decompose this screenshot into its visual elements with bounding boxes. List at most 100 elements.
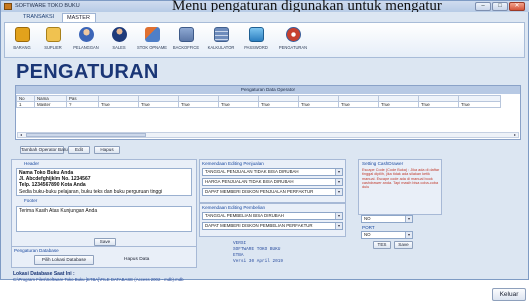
- test-cashdrawer-button[interactable]: TES: [373, 241, 391, 249]
- sales-date-select[interactable]: TANGGAL PENJUALAN TIDAK BISA DIRUBAH ▾: [202, 168, 343, 176]
- version-info: VERSI SOFTWARE TOKO BUKU ETBA Versi 30 A…: [233, 241, 283, 265]
- sales-editing-title: Kemendaan Editing Penjualan: [202, 161, 264, 166]
- tab-transaksi[interactable]: TRANSAKSI: [19, 13, 59, 22]
- add-operator-button[interactable]: Tambah Operator Baru: [20, 146, 68, 154]
- sales-editing-panel: Kemendaan Editing Penjualan TANGGAL PENJ…: [199, 159, 346, 203]
- choose-database-button[interactable]: Pilih Lokasi Database: [34, 255, 94, 265]
- caption-text: Menu pengaturan digunakan untuk mengatur: [172, 0, 442, 12]
- chevron-down-icon: ▾: [335, 223, 342, 229]
- port-label: PORT: [362, 225, 375, 230]
- page-root: SOFTWARE TOKO BUKU – □ ✕ TRANSAKSI MASTE…: [0, 0, 529, 305]
- purchase-editing-title: Kemendaan Editing Pembelian: [202, 205, 266, 210]
- scroll-right-icon[interactable]: ▸: [512, 133, 518, 137]
- table-cell: Master: [34, 101, 67, 108]
- chevron-down-icon: ▾: [335, 213, 342, 219]
- purchase-editing-panel: Kemendaan Editing Pembelian TANGGAL PEMB…: [199, 203, 346, 237]
- ribbon-suplier-button[interactable]: SUPLIER: [38, 25, 68, 57]
- table-cell: True: [378, 101, 419, 108]
- ribbon-label: SALES: [112, 45, 126, 50]
- table-cell: True: [258, 101, 299, 108]
- save-header-button[interactable]: Save: [94, 238, 116, 246]
- select-value: DAPAT MEMBERI DISKON PENJUALAN PERFAKTUR: [205, 189, 314, 194]
- header-line: Sedia buku-buku pelajaran, buku teks dan…: [19, 188, 163, 195]
- table-cell: True: [138, 101, 179, 108]
- ribbon-label: KALKULATOR: [207, 45, 235, 50]
- escape-code-select[interactable]: NO ▾: [361, 215, 413, 223]
- delete-operator-button[interactable]: Hapus: [94, 146, 120, 154]
- purchase-date-select[interactable]: TANGGAL PEMBELIAN BISA DIRUBAH ▾: [202, 212, 343, 220]
- footer-text: Terima Kasih Atas Kunjungan Anda: [19, 208, 98, 214]
- password-icon: [248, 27, 264, 42]
- table-cell: True: [458, 101, 501, 108]
- header-text-field[interactable]: Nama Toko Buku Anda Jl. Abcdefghijklm No…: [16, 168, 192, 196]
- database-panel-title: Pengaturan Database: [14, 248, 59, 253]
- edit-operator-button[interactable]: Edit: [68, 146, 90, 154]
- chevron-down-icon: ▾: [335, 179, 342, 185]
- select-value: TANGGAL PENJUALAN TIDAK BISA DIRUBAH: [205, 169, 299, 174]
- chevron-down-icon: ▾: [335, 189, 342, 195]
- select-value: TANGGAL PEMBELIAN BISA DIRUBAH: [205, 213, 284, 218]
- operator-grid: No Nama Pas 1 Master ? True True True Tr…: [16, 95, 501, 108]
- cashdrawer-note: Escape Code (Code Buka) : Jika ada di da…: [362, 168, 440, 190]
- select-value: NO: [364, 216, 371, 221]
- settings-icon: [285, 27, 301, 42]
- ribbon-toolbar: BARANG SUPLIER PELANGGAN SALES STOK OPNA…: [4, 22, 525, 58]
- table-cell: True: [338, 101, 379, 108]
- ribbon-label: SUPLIER: [44, 45, 62, 50]
- operator-table-title: Pengaturan Data Operator: [16, 86, 520, 94]
- select-value: HARGA PENJUALAN TIDAK BISA DIRUBAH: [205, 179, 294, 184]
- tab-master[interactable]: MASTER: [62, 13, 96, 22]
- calculator-icon: [213, 27, 229, 42]
- purchase-discount-select[interactable]: DAPAT MEMBERI DISKON PEMBELIAN PERFAKTUR…: [202, 222, 343, 230]
- ribbon-password-button[interactable]: PASSWORD: [241, 25, 271, 57]
- table-cell: True: [218, 101, 259, 108]
- port-select[interactable]: NO ▾: [361, 231, 413, 239]
- select-value: DAPAT MEMBERI DISKON PEMBELIAN PERFAKTUR: [205, 223, 313, 228]
- scrollbar-thumb[interactable]: [26, 133, 146, 137]
- ribbon-label: PASSWORD: [244, 45, 268, 50]
- customer-icon: [78, 27, 94, 42]
- ribbon-pelanggan-button[interactable]: PELANGGAN: [71, 25, 101, 57]
- sales-discount-select[interactable]: DAPAT MEMBERI DISKON PENJUALAN PERFAKTUR…: [202, 188, 343, 196]
- sales-price-select[interactable]: HARGA PENJUALAN TIDAK BISA DIRUBAH ▾: [202, 178, 343, 186]
- delete-data-button[interactable]: Hapus Data: [124, 257, 149, 262]
- chevron-down-icon: ▾: [335, 169, 342, 175]
- ribbon-sales-button[interactable]: SALES: [104, 25, 134, 57]
- scroll-left-icon[interactable]: ◂: [18, 133, 24, 137]
- page-title: PENGATURAN: [16, 61, 159, 83]
- version-date: Versi 30 April 2019: [233, 259, 284, 264]
- ribbon-kalkulator-button[interactable]: KALKULATOR: [206, 25, 236, 57]
- table-cell: 1: [16, 101, 35, 108]
- ribbon-label: BACKOFFICE: [172, 45, 200, 50]
- folder-open-icon: [45, 27, 61, 42]
- ribbon-label: STOK OPNAME: [137, 45, 167, 50]
- footer-text-field[interactable]: Terima Kasih Atas Kunjungan Anda: [16, 206, 192, 232]
- ribbon-barang-button[interactable]: BARANG: [7, 25, 37, 57]
- ribbon-pengaturan-button[interactable]: PENGATURAN: [276, 25, 310, 57]
- exit-button[interactable]: Keluar: [492, 288, 526, 301]
- save-cashdrawer-button[interactable]: Save: [394, 241, 413, 249]
- cashdrawer-title: Setting CashDrawer: [362, 161, 404, 166]
- database-settings-panel: Pengaturan Database Pilih Lokasi Databas…: [11, 246, 197, 268]
- table-row[interactable]: 1 Master ? True True True True True True…: [16, 101, 501, 108]
- operator-table: Pengaturan Data Operator No Nama Pas 1 M…: [15, 85, 521, 140]
- table-cell: True: [98, 101, 139, 108]
- table-cell: True: [418, 101, 459, 108]
- ribbon-backoffice-button[interactable]: BACKOFFICE: [171, 25, 201, 57]
- horizontal-scrollbar[interactable]: ◂ ▸: [17, 132, 519, 138]
- table-cell: True: [178, 101, 219, 108]
- footer-label: Footer: [24, 198, 38, 203]
- table-cell: ?: [66, 101, 99, 108]
- table-cell: True: [298, 101, 339, 108]
- ribbon-label: PENGATURAN: [278, 45, 308, 50]
- stock-icon: [144, 27, 160, 42]
- select-value: NO: [364, 232, 371, 237]
- backoffice-icon: [178, 27, 194, 42]
- header-settings-panel: Header Nama Toko Buku Anda Jl. Abcdefghi…: [11, 159, 197, 247]
- folder-icon: [14, 27, 30, 42]
- ribbon-stok-opname-button[interactable]: STOK OPNAME: [137, 25, 167, 57]
- cashdrawer-settings-panel: Setting CashDrawer Escape Code (Code Buk…: [358, 159, 442, 215]
- database-location-path: C:\Program Files\Software Toko Buku [ETB…: [13, 277, 184, 282]
- ribbon-label: BARANG: [13, 45, 31, 50]
- header-panel-title: Header: [24, 161, 40, 166]
